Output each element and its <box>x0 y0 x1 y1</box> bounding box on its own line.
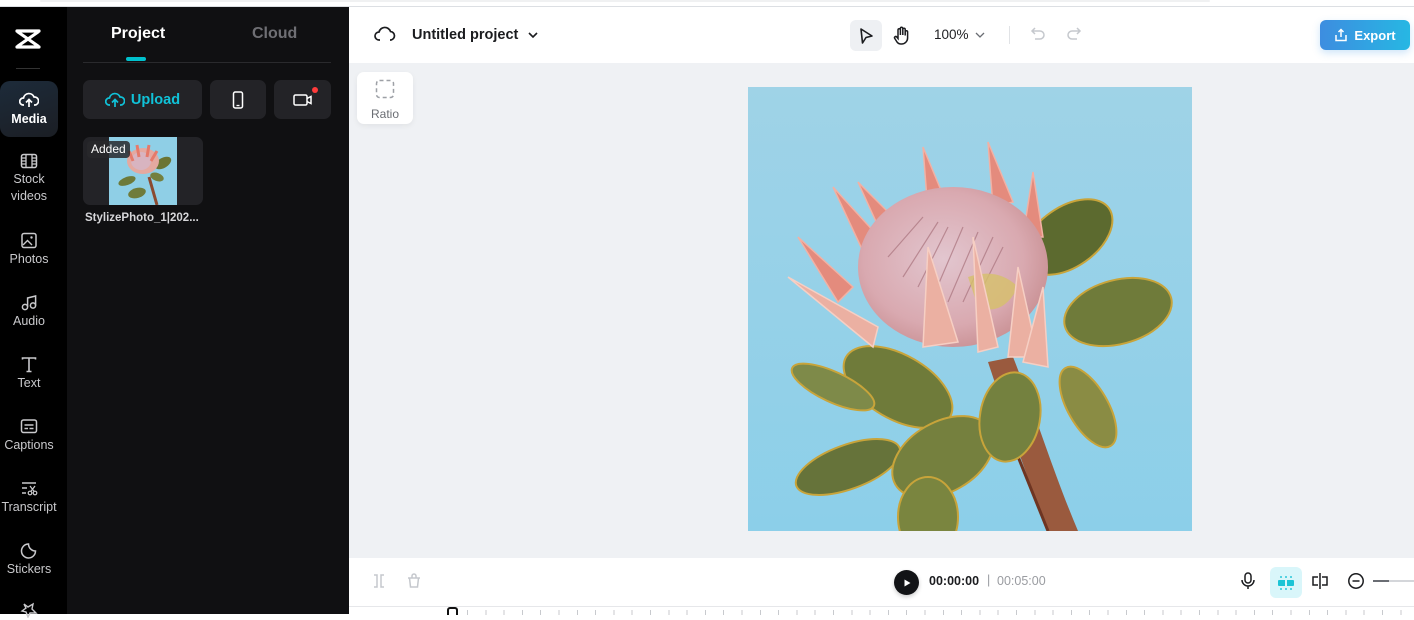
media-item[interactable]: Added <box>83 137 203 205</box>
chevron-down-icon[interactable] <box>527 26 539 44</box>
nav-item-stickers[interactable]: Stickers <box>0 542 58 578</box>
zoom-out-icon[interactable] <box>1347 572 1365 590</box>
nav-label-photos: Photos <box>9 252 49 266</box>
timeline-ticks <box>467 610 1414 615</box>
media-filename: StylizePhoto_1|202... <box>85 212 199 224</box>
captions-icon <box>20 419 38 434</box>
tab-cloud[interactable]: Cloud <box>252 25 297 43</box>
redo-icon[interactable] <box>1065 25 1083 43</box>
nav-rail: Media Stock videos Photos Audio Text Cap… <box>0 7 67 618</box>
active-tab-indicator <box>126 57 146 61</box>
nav-item-media[interactable]: Media <box>0 81 58 137</box>
top-scroll-bar <box>40 0 1210 2</box>
capcut-logo-icon <box>15 29 41 49</box>
video-record-icon <box>292 93 312 106</box>
export-button[interactable]: Export <box>1320 20 1410 50</box>
rail-divider <box>16 68 40 69</box>
effects-star-icon <box>20 602 38 618</box>
nav-item-transcript[interactable]: Transcript <box>0 480 58 516</box>
ratio-button[interactable]: Ratio <box>357 72 413 124</box>
play-icon <box>904 579 910 586</box>
preview-canvas: Ratio <box>349 63 1414 558</box>
aspect-ratio-icon <box>375 79 395 99</box>
video-preview[interactable] <box>748 87 1192 531</box>
image-icon <box>21 232 37 249</box>
nav-item-audio[interactable]: Audio <box>0 294 58 330</box>
cloud-upload-icon <box>104 92 125 107</box>
nav-label-media: Media <box>11 112 47 126</box>
pointer-cursor-icon <box>860 27 873 44</box>
project-title[interactable]: Untitled project <box>412 27 518 43</box>
cloud-save-icon <box>374 26 396 41</box>
recording-indicator-dot <box>312 87 318 93</box>
snap-magnet-icon <box>1278 575 1294 590</box>
select-tool-button[interactable] <box>850 20 882 51</box>
media-panel: Project Cloud Upload Added StylizePhoto_… <box>67 7 349 614</box>
nav-label-captions: Captions <box>4 438 54 452</box>
current-time: 00:00:00 <box>929 574 980 588</box>
protea-flower-image <box>748 87 1192 531</box>
timeline-ruler <box>349 606 1414 615</box>
timeline-zoom-slider[interactable] <box>1373 580 1414 582</box>
nav-label-stickers: Stickers <box>6 562 52 576</box>
transcript-icon <box>22 482 38 496</box>
microphone-icon[interactable] <box>1240 572 1256 590</box>
hand-tool-button[interactable] <box>890 20 914 51</box>
chevron-down-icon <box>975 32 984 38</box>
upload-label: Upload <box>130 91 181 108</box>
ratio-label: Ratio <box>370 107 399 121</box>
text-icon <box>21 357 37 373</box>
total-duration: 00:05:00 <box>997 574 1046 588</box>
music-note-icon <box>21 295 37 311</box>
undo-icon[interactable] <box>1029 25 1047 43</box>
tab-project[interactable]: Project <box>111 25 165 43</box>
time-separator: | <box>987 573 991 587</box>
panel-tabs: Project Cloud <box>83 7 331 63</box>
nav-item-stock-videos[interactable]: Stock videos <box>0 153 58 205</box>
playback-bar: 00:00:00 | 00:05:00 <box>349 558 1414 606</box>
editor-header: Untitled project 100% Export <box>349 8 1414 63</box>
nav-item-effects[interactable] <box>0 601 58 620</box>
nav-label-videos: videos <box>10 189 48 203</box>
timeline-zoom-slider-fill <box>1373 580 1389 582</box>
phone-icon <box>232 90 244 109</box>
nav-label-stock: Stock <box>13 172 45 186</box>
nav-item-captions[interactable]: Captions <box>0 418 58 454</box>
sticker-icon <box>20 543 37 559</box>
nav-label-audio: Audio <box>13 314 45 328</box>
hand-icon <box>893 26 909 45</box>
film-icon <box>20 153 38 169</box>
upload-button[interactable]: Upload <box>83 80 202 119</box>
toolbar-divider <box>1009 26 1010 44</box>
nav-label-text: Text <box>17 376 41 390</box>
nav-item-photos[interactable]: Photos <box>0 232 58 268</box>
play-button[interactable] <box>894 570 919 595</box>
cloud-upload-icon <box>19 92 39 107</box>
split-view-icon[interactable] <box>1311 572 1329 590</box>
export-label: Export <box>1354 27 1396 43</box>
browser-top-strip <box>0 0 1414 7</box>
nav-item-text[interactable]: Text <box>0 356 58 392</box>
nav-label-transcript: Transcript <box>1 500 57 514</box>
zoom-level-value: 100% <box>934 27 969 42</box>
trash-icon[interactable] <box>406 573 422 589</box>
auto-snap-toggle[interactable] <box>1270 567 1302 598</box>
zoom-level-dropdown[interactable]: 100% <box>934 27 986 42</box>
split-clip-icon[interactable] <box>371 573 387 589</box>
record-button[interactable] <box>274 80 331 119</box>
added-badge: Added <box>87 141 130 158</box>
phone-upload-button[interactable] <box>210 80 266 119</box>
export-share-icon <box>1335 28 1348 42</box>
